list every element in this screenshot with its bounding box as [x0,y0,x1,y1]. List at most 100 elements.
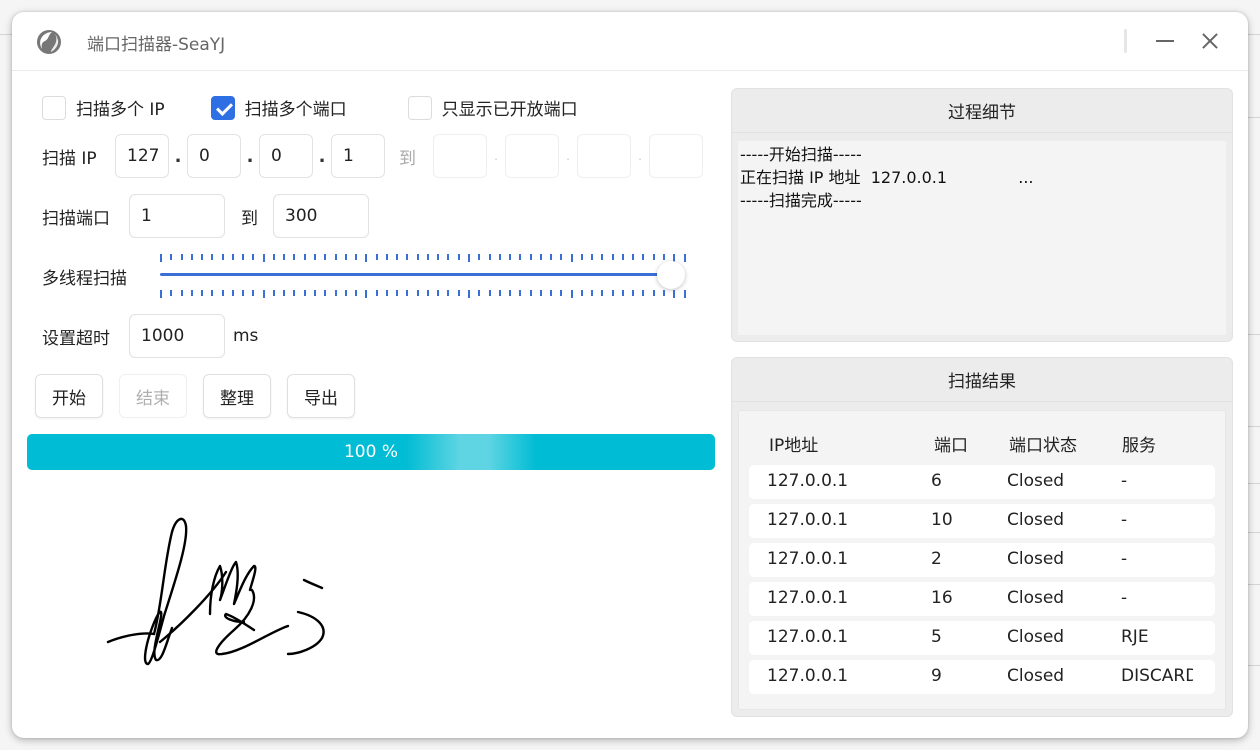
checkbox-box[interactable] [407,95,432,120]
table-row[interactable]: 127.0.0.1 10 Closed - [749,504,1215,538]
slider-tick [426,254,429,260]
table-row[interactable]: 127.0.0.1 6 Closed - [749,465,1215,499]
ip-start-octet-2[interactable]: 0 [187,134,241,178]
checkbox-box[interactable] [42,95,66,120]
threads-slider[interactable] [160,252,690,298]
results-panel-title: 扫描结果 [732,358,1232,402]
column-header-ip[interactable]: IP地址 [769,431,818,456]
title-bar[interactable]: 端口扫描器-SeaYJ [12,12,1248,71]
slider-tick [570,254,573,262]
table-row[interactable]: 127.0.0.1 5 Closed RJE [749,621,1215,655]
cell-ip: 127.0.0.1 [767,471,849,491]
ip-end-octet-2[interactable] [505,134,559,178]
titlebar-divider [1124,29,1127,53]
slider-tick [632,254,635,260]
slider-tick [242,290,245,296]
cell-status: Closed [1007,471,1065,491]
ip-end-octet-1[interactable] [433,134,487,178]
column-header-status[interactable]: 端口状态 [1009,431,1077,456]
slider-tick [416,290,419,296]
background-line [1246,34,1260,35]
column-header-service[interactable]: 服务 [1122,431,1156,456]
scan-ip-label: 扫描 IP [42,148,97,169]
slider-tick [457,254,460,260]
slider-tick [334,290,337,296]
slider-tick [272,290,275,296]
slider-tick [519,254,522,260]
slider-tick [529,290,532,296]
slider-tick [375,290,378,296]
export-button[interactable]: 导出 [287,374,355,418]
cell-service: - [1121,510,1128,530]
slider-tick [324,290,327,296]
slider-tick [313,290,316,296]
scan-ip-row: 扫描 IP 127 . 0 . 0 . 1 到 . . . [42,134,703,178]
slider-ticks-bottom [160,290,686,298]
slider-tick [591,290,594,296]
cell-status: Closed [1007,666,1065,686]
slider-tick [344,290,347,296]
port-to-label: 到 [241,208,258,229]
log-output[interactable]: -----开始扫描----- 正在扫描 IP 地址 127.0.0.1 ... … [738,141,1226,335]
cell-service: - [1121,471,1128,491]
background-line [1246,483,1260,484]
multi-ip-checkbox[interactable]: 扫描多个 IP [42,95,165,120]
slider-tick [201,254,204,260]
open-only-checkbox[interactable]: 只显示已开放端口 [407,95,578,120]
ip-end-octet-4[interactable] [649,134,703,178]
slider-tick [519,290,522,296]
slider-tick [396,290,399,296]
cell-service: DISCARD [1121,666,1193,686]
slider-tick [272,254,275,260]
cell-port: 16 [931,588,953,608]
slider-tick [642,290,645,296]
ip-start-octet-3[interactable]: 0 [259,134,313,178]
port-start-input[interactable]: 1 [129,194,225,238]
slider-tick [170,254,173,260]
slider-tick [344,254,347,260]
results-table: IP地址 端口 端口状态 服务 127.0.0.1 6 Closed - 127… [738,410,1226,710]
table-row[interactable]: 127.0.0.1 16 Closed - [749,582,1215,616]
timeout-input[interactable]: 1000 [129,314,225,358]
slider-tick [591,254,594,260]
slider-tick [509,254,512,260]
close-button[interactable] [1197,28,1223,54]
multi-port-label: 扫描多个端口 [244,100,347,120]
checkbox-box-checked[interactable] [210,95,235,120]
log-panel: 过程细节 -----开始扫描----- 正在扫描 IP 地址 127.0.0.1… [731,88,1233,342]
start-button[interactable]: 开始 [35,374,103,418]
column-header-port[interactable]: 端口 [934,431,968,456]
stop-button[interactable]: 结束 [119,374,187,418]
slider-tick [231,290,234,296]
multi-port-checkbox[interactable]: 扫描多个端口 [210,95,347,120]
slider-tick [375,254,378,260]
background-line [1246,117,1260,118]
slider-tick [580,254,583,260]
slider-tick [396,254,399,260]
ip-start-octet-4[interactable]: 1 [331,134,385,178]
ip-end-octet-3[interactable] [577,134,631,178]
organize-button[interactable]: 整理 [203,374,271,418]
slider-tick [283,290,286,296]
table-row[interactable]: 127.0.0.1 9 Closed DISCARD [749,660,1215,694]
slider-tick [447,290,450,296]
slider-tick [190,254,193,260]
slider-tick [467,254,470,262]
background-line [1246,334,1260,335]
minimize-button[interactable] [1152,28,1178,54]
open-only-label: 只显示已开放端口 [441,100,578,120]
slider-thumb[interactable] [657,261,685,289]
ip-separator: . [318,145,326,167]
port-end-input[interactable]: 300 [273,194,369,238]
ip-start-octet-1[interactable]: 127 [115,134,169,178]
cell-status: Closed [1007,549,1065,569]
cell-status: Closed [1007,627,1065,647]
table-row[interactable]: 127.0.0.1 2 Closed - [749,543,1215,577]
slider-track[interactable] [160,273,665,276]
slider-tick [550,290,553,296]
slider-tick [385,290,388,296]
log-line: -----扫描完成----- [740,191,862,210]
slider-tick [334,254,337,260]
ip-separator: . [566,149,570,163]
scan-port-label: 扫描端口 [42,208,110,229]
